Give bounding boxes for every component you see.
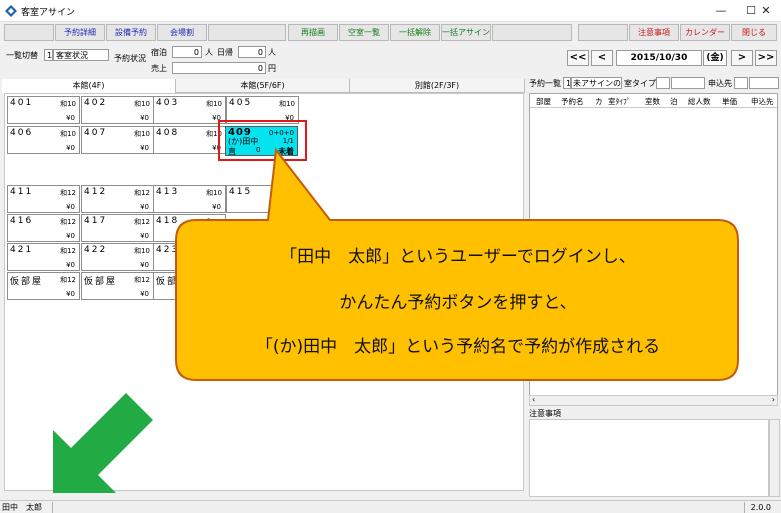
down-left-arrow-icon [53, 393, 153, 493]
callout-line-3: 「(か)田中 太郎」という予約名で予約が作成される [255, 337, 661, 357]
callout-line-1: 「田中 太郎」というユーザーでログインし、 [280, 247, 636, 267]
room-assign-window: 客室アサイン — ☐ ✕ - 予約詳細 設備予約 会場割 - 再描画 空室一覧 … [0, 0, 781, 513]
callout-line-2: かんたん予約ボタンを押すと、 [339, 293, 577, 313]
